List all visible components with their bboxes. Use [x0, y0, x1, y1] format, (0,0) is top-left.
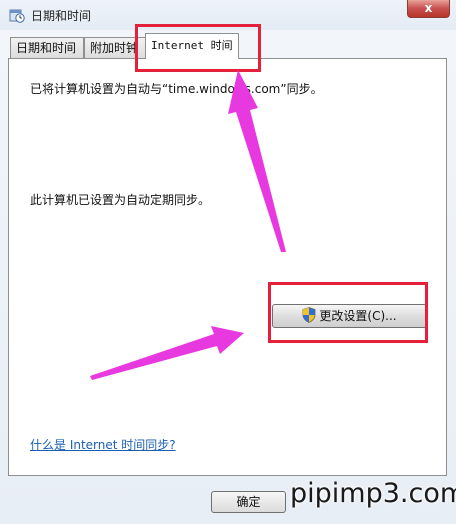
annotation-arrows — [90, 70, 286, 380]
arrow-to-tab — [228, 70, 286, 252]
arrow-to-button — [90, 326, 244, 380]
date-time-dialog: 日期和时间 x 日期和时间 附加时钟 Internet 时间 已将计算机设置为自… — [0, 0, 456, 524]
